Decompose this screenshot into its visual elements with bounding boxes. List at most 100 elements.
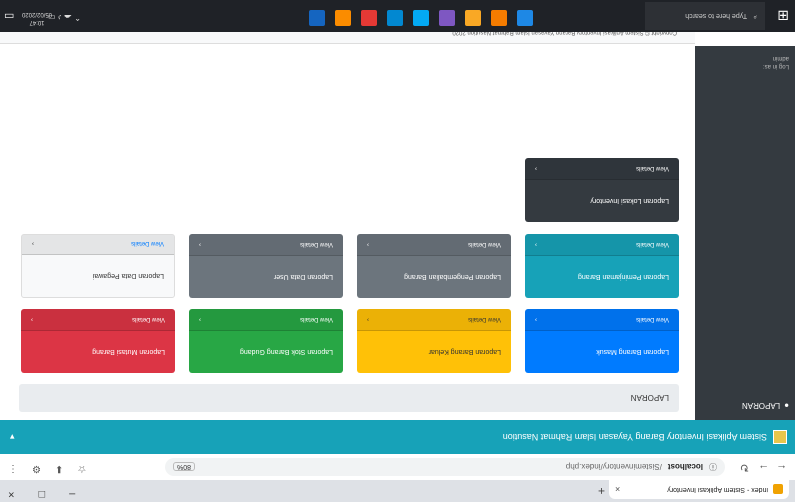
settings-icon[interactable]: ⚙	[32, 463, 41, 474]
taskbar-apps	[309, 10, 533, 26]
card-footer-link[interactable]: View Details ›	[189, 234, 343, 256]
app-orange-icon[interactable]	[335, 10, 351, 26]
card-title: Laporan Barang Masuk	[596, 348, 669, 356]
card-laporan-data-pegawai: Laporan Data Pegawai View Details ›	[21, 234, 175, 298]
menu-icon[interactable]: ⋮	[8, 463, 18, 474]
sidebar-footer-line2: admin	[772, 55, 789, 61]
sidebar-item-laporan[interactable]: ● LAPORAN	[742, 401, 789, 410]
chevron-right-icon: ›	[535, 316, 537, 322]
store-icon[interactable]	[439, 10, 455, 26]
report-icon: ●	[784, 401, 789, 410]
card-laporan-barang-masuk: Laporan Barang Masuk View Details ›	[525, 309, 679, 373]
card-laporan-lokasi-inventory: Laporan Lokasi Inventory View Details ›	[525, 158, 679, 222]
zoom-indicator[interactable]: 80%	[173, 462, 196, 472]
card-footer-link[interactable]: View Details ›	[357, 309, 511, 331]
file-explorer-icon[interactable]	[465, 10, 481, 26]
tab-title: index - Sistem Aplikasi Inventory	[667, 486, 768, 493]
taskbar: ⊞ ⌕ Type here to search ⌃ ☁ ♪ ▭ 10:47 05…	[0, 0, 795, 32]
chevron-right-icon: ›	[199, 316, 201, 322]
app-red-icon[interactable]	[361, 10, 377, 26]
card-laporan-stok-barang: Laporan Stok Barang Gudang View Details …	[189, 309, 343, 373]
card-laporan-pengembalian: Laporan Pengembalian Barang View Details…	[357, 234, 511, 298]
search-placeholder: Type here to search	[685, 12, 748, 20]
browser-app-icon[interactable]	[491, 10, 507, 26]
window-controls: – □ ×	[8, 488, 75, 500]
search-icon: ⌕	[753, 13, 757, 20]
browser-tabstrip: index - Sistem Aplikasi Inventory × + – …	[0, 480, 795, 502]
chevron-right-icon: ›	[535, 165, 537, 171]
screen: index - Sistem Aplikasi Inventory × + – …	[0, 0, 795, 502]
chevron-right-icon: ›	[367, 316, 369, 322]
tab-close-icon[interactable]: ×	[615, 485, 620, 495]
browser-tab[interactable]: index - Sistem Aplikasi Inventory ×	[609, 480, 789, 499]
card-footer-link[interactable]: View Details ›	[525, 158, 679, 180]
view-details-link[interactable]: View Details	[131, 240, 164, 246]
card-footer-link[interactable]: View Details ›	[357, 234, 511, 256]
card-laporan-data-user: Laporan Data User View Details ›	[189, 234, 343, 298]
maximize-icon[interactable]: □	[38, 488, 45, 500]
card-laporan-peminjaman: Laporan Peminjaman Barang View Details ›	[525, 234, 679, 298]
taskbar-clock[interactable]: 10:47 05/02/2020	[22, 10, 52, 26]
user-menu-toggle[interactable]: ▾	[10, 432, 15, 443]
downloads-icon[interactable]: ⬇	[55, 463, 63, 474]
view-details-link[interactable]: View Details	[636, 165, 669, 171]
card-footer-link[interactable]: View Details ›	[21, 309, 175, 331]
card-title: Laporan Data Pegawai	[92, 272, 164, 280]
sidebar: ● LAPORAN Log in as: admin	[695, 46, 795, 420]
mail-icon[interactable]	[413, 10, 429, 26]
chevron-right-icon: ›	[367, 241, 369, 247]
card-title: Laporan Stok Barang Gudang	[239, 348, 333, 356]
address-bar[interactable]: ⓘ localhost/Sisteminventory/index.php 80…	[165, 458, 725, 476]
card-title: Laporan Data User	[273, 273, 333, 281]
sidebar-item-label: LAPORAN	[741, 401, 781, 410]
brand-title[interactable]: Sistem Aplikasi Inventory Barang Yayasan…	[503, 432, 767, 442]
chevron-right-icon: ›	[535, 241, 537, 247]
card-title: Laporan Pengembalian Barang	[404, 273, 501, 281]
edge-icon[interactable]	[387, 10, 403, 26]
web-app: Sistem Aplikasi Inventory Barang Yayasan…	[0, 22, 795, 454]
app-topbar: Sistem Aplikasi Inventory Barang Yayasan…	[0, 420, 795, 454]
app-blue-icon[interactable]	[309, 10, 325, 26]
browser-right-icons: ☆ ⬇ ⚙ ⋮	[8, 463, 86, 474]
reload-icon[interactable]: ↻	[740, 461, 749, 474]
favorites-icon[interactable]: ☆	[77, 463, 86, 474]
sidebar-footer: Log in as: admin	[763, 54, 789, 70]
card-title: Laporan Barang Keluar	[428, 348, 501, 356]
breadcrumb: LAPORAN	[19, 384, 679, 412]
forward-icon[interactable]: →	[758, 462, 769, 474]
close-window-icon[interactable]: ×	[8, 488, 14, 500]
view-details-link[interactable]: View Details	[300, 316, 333, 322]
view-details-link[interactable]: View Details	[636, 316, 669, 322]
card-title: Laporan Mutasi Barang	[92, 348, 165, 356]
back-icon[interactable]: ←	[776, 462, 787, 474]
view-details-link[interactable]: View Details	[132, 316, 165, 322]
card-footer-link[interactable]: View Details ›	[189, 309, 343, 331]
view-details-link[interactable]: View Details	[636, 241, 669, 247]
browser-navbar: ← → ↻ ⓘ localhost/Sisteminventory/index.…	[0, 453, 795, 480]
chevron-right-icon: ›	[31, 316, 33, 322]
chevron-right-icon: ›	[32, 240, 34, 246]
notification-icon[interactable]: ▭	[4, 10, 14, 23]
brand-logo-icon	[773, 430, 787, 444]
card-footer-link[interactable]: View Details ›	[525, 234, 679, 256]
card-laporan-mutasi-barang: Laporan Mutasi Barang View Details ›	[21, 309, 175, 373]
view-details-link[interactable]: View Details	[468, 241, 501, 247]
card-footer-link[interactable]: View Details ›	[525, 309, 679, 331]
minimize-icon[interactable]: –	[69, 488, 75, 500]
view-details-link[interactable]: View Details	[468, 316, 501, 322]
new-tab-button[interactable]: +	[598, 484, 605, 498]
main-content: LAPORAN Laporan Barang Masuk View Detail…	[0, 22, 695, 420]
windows-start-icon[interactable]: ⊞	[777, 7, 789, 24]
clock-date: 05/02/2020	[22, 11, 53, 17]
favicon-icon	[773, 484, 783, 495]
info-icon: ⓘ	[709, 462, 717, 472]
taskbar-search[interactable]: ⌕ Type here to search	[645, 2, 765, 30]
card-footer-link[interactable]: View Details ›	[22, 234, 174, 255]
task-view-icon[interactable]	[517, 10, 533, 26]
system-tray[interactable]: ⌃ ☁ ♪ ▭	[48, 13, 81, 22]
card-laporan-barang-keluar: Laporan Barang Keluar View Details ›	[357, 309, 511, 373]
url-path: /Sisteminventory/index.php	[565, 462, 662, 472]
view-details-link[interactable]: View Details	[300, 241, 333, 247]
url-host: localhost	[667, 462, 703, 472]
card-title: Laporan Peminjaman Barang	[577, 273, 669, 281]
